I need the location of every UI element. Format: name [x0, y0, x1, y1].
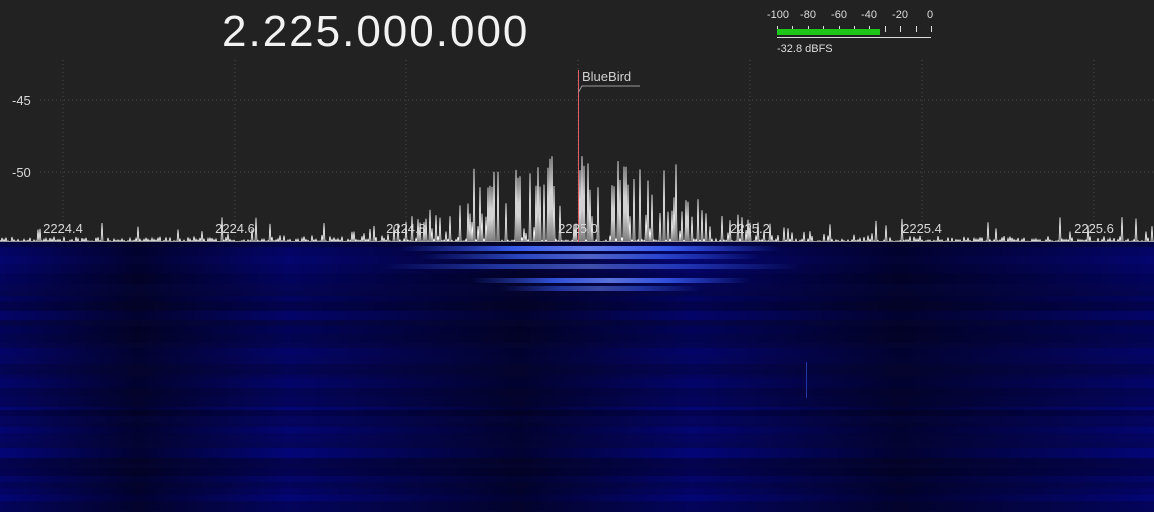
spectrum-plot[interactable]: -45 -50 2224.4 2224.6 2224.8 2225.0 2225…	[0, 0, 1154, 242]
sdr-receiver-window: 2.225.000.000 -100 -80 -60 -40 -20 0 -32…	[0, 0, 1154, 512]
waterfall-signal-trace	[500, 286, 700, 291]
waterfall-row	[0, 488, 1154, 495]
waterfall-row	[0, 388, 1154, 396]
waterfall-signal-trace	[400, 246, 780, 251]
x-tick-label: 2224.4	[43, 221, 83, 236]
spectrum-canvas[interactable]	[0, 0, 1154, 242]
waterfall-signal-trace	[380, 264, 800, 269]
waterfall-row	[0, 334, 1154, 343]
waterfall-row	[0, 448, 1154, 458]
waterfall-signal-trace	[420, 254, 760, 259]
waterfall-row	[0, 501, 1154, 511]
x-tick-label: 2225.6	[1074, 221, 1114, 236]
waterfall-row	[0, 379, 1154, 388]
waterfall-row	[0, 468, 1154, 476]
waterfall-signal-trace	[470, 278, 750, 283]
waterfall-spur-line	[806, 362, 807, 398]
waterfall-row	[0, 311, 1154, 320]
waterfall-row	[0, 348, 1154, 355]
bookmark-label-leader	[578, 85, 640, 93]
x-tick-label: 2225.4	[902, 221, 942, 236]
waterfall-display[interactable]	[0, 242, 1154, 512]
x-tick-label: 2224.8	[386, 221, 426, 236]
waterfall-row	[0, 301, 1154, 311]
x-tick-label: 2225.0	[558, 221, 598, 236]
waterfall-row	[0, 355, 1154, 364]
y-tick-label: -45	[12, 93, 31, 108]
waterfall-row	[0, 326, 1154, 334]
waterfall-row	[0, 416, 1154, 423]
y-tick-label: -50	[12, 165, 31, 180]
waterfall-row	[0, 396, 1154, 407]
spectrum-grid	[40, 60, 1154, 242]
x-tick-label: 2224.6	[215, 221, 255, 236]
bookmark-label[interactable]: BlueBird	[582, 69, 631, 84]
x-tick-label: 2225.2	[730, 221, 770, 236]
